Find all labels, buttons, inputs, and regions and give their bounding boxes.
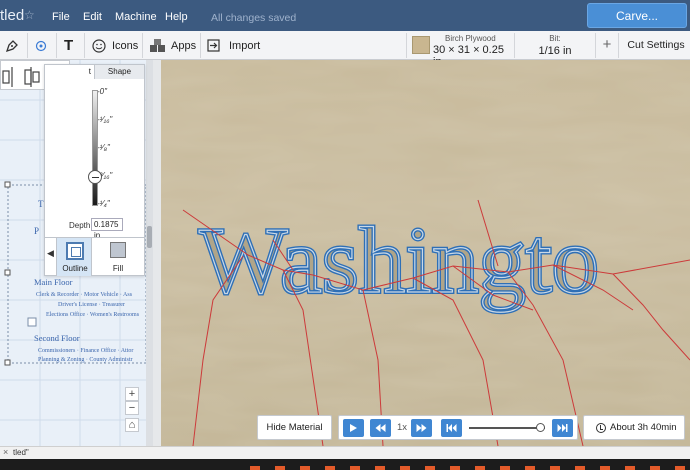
tab-cut[interactable]: t xyxy=(45,65,94,79)
apps-label: Apps xyxy=(171,39,197,52)
clock-icon xyxy=(596,423,606,433)
preview-scrollbar[interactable] xyxy=(153,60,161,446)
import-label: Import xyxy=(229,39,261,52)
fill-button[interactable]: Fill xyxy=(93,238,143,276)
menu-edit[interactable]: Edit xyxy=(83,11,102,23)
design-line: Commissioners · Finance Office · Attor xyxy=(38,348,134,354)
depth-slider[interactable] xyxy=(92,90,98,206)
cut-settings-button[interactable]: Cut Settings xyxy=(622,31,690,60)
depth-tick: -¹⁄₁₆" xyxy=(97,115,113,124)
save-status: All changes saved xyxy=(211,12,297,24)
play-icon xyxy=(350,424,357,432)
taskbar-stripes xyxy=(250,466,685,470)
skip-back-icon xyxy=(446,424,457,432)
import-icon xyxy=(207,39,220,52)
depth-slider-handle[interactable] xyxy=(88,170,102,184)
depth-tick: -0" xyxy=(97,87,107,96)
time-estimate: About 3h 40min xyxy=(610,422,677,433)
material-name: Birch Plywood xyxy=(445,34,496,43)
skip-to-end-button[interactable] xyxy=(552,419,573,437)
playback-slider-handle[interactable] xyxy=(535,423,545,432)
depth-label: Depth xyxy=(69,221,91,230)
bit-selector[interactable]: Bit: 1/16 in xyxy=(515,31,595,60)
smiley-icon xyxy=(92,38,106,53)
preview-scene: Washingto Washingto xyxy=(153,60,690,446)
design-line: Elections Office · Women's Restrooms xyxy=(46,312,140,318)
material-swatch xyxy=(412,36,430,54)
play-button[interactable] xyxy=(343,419,364,437)
playback-controls: 1x xyxy=(338,415,578,440)
fill-label: Fill xyxy=(112,264,124,273)
playback-slider[interactable] xyxy=(469,427,545,429)
status-tab-title[interactable]: tled" xyxy=(13,448,29,457)
tab-shape[interactable]: Shape xyxy=(94,65,144,79)
design-line: Driver's License · Treasurer xyxy=(58,302,125,308)
carved-text-inner: Washingto xyxy=(199,209,599,313)
menu-help[interactable]: Help xyxy=(165,11,188,23)
import-button[interactable]: Import xyxy=(207,31,260,60)
cut-type-row: ◀ Outline Fill xyxy=(45,237,144,276)
taskbar xyxy=(0,459,690,470)
menu-file[interactable]: File xyxy=(52,11,70,23)
icons-button[interactable]: Icons xyxy=(92,31,138,60)
carve-button[interactable]: Carve... xyxy=(587,3,687,28)
apps-button[interactable]: Apps xyxy=(149,31,196,60)
carve-preview[interactable]: Washingto Washingto xyxy=(153,60,690,446)
depth-tick: -¹⁄₈" xyxy=(97,143,110,152)
design-line: Planning & Zoning · County Administr xyxy=(38,357,133,363)
zoom-out-button[interactable]: − xyxy=(125,401,139,415)
outline-label: Outline xyxy=(62,264,88,273)
design-fragment: T xyxy=(38,199,44,209)
fill-icon xyxy=(110,242,126,258)
caret-left-icon[interactable]: ◀ xyxy=(47,248,54,259)
boxes-icon xyxy=(150,38,165,52)
zoom-in-button[interactable]: + xyxy=(125,387,139,401)
depth-input[interactable]: 0.1875 in xyxy=(91,218,123,240)
point-tool-button[interactable] xyxy=(35,31,47,60)
close-icon[interactable]: × xyxy=(3,447,8,457)
speed-label: 1x xyxy=(397,422,408,433)
text-icon: T xyxy=(64,37,74,54)
panel-tabs: t Shape xyxy=(45,65,144,79)
outline-button[interactable]: Outline xyxy=(56,238,92,276)
pen-tool-button[interactable] xyxy=(5,31,19,60)
depth-tick: -¹⁄₄" xyxy=(97,199,110,208)
skip-to-start-button[interactable] xyxy=(441,419,462,437)
menu-machine[interactable]: Machine xyxy=(115,11,157,23)
design-heading-main-floor: Main Floor xyxy=(34,277,73,287)
skip-forward-icon xyxy=(557,424,568,432)
bit-value: 1/16 in xyxy=(538,45,572,57)
pen-icon xyxy=(5,39,18,52)
home-view-button[interactable]: ⌂ xyxy=(125,418,139,432)
design-scrollbar-thumb[interactable] xyxy=(147,226,152,248)
text-tool-button[interactable]: T xyxy=(64,31,73,60)
fast-forward-icon xyxy=(416,424,427,432)
status-strip: × tled" xyxy=(0,446,690,459)
depth-panel: t Shape -0" -¹⁄₁₆" -¹⁄₈" -³⁄₁₆" -¹⁄₄" De… xyxy=(44,64,145,276)
add-bit-button[interactable]: + xyxy=(596,31,618,60)
menu-bar: tled ☆ File Edit Machine Help All change… xyxy=(0,0,690,31)
time-estimate-button[interactable]: About 3h 40min xyxy=(583,415,685,440)
project-title[interactable]: tled xyxy=(0,7,24,24)
icons-label: Icons xyxy=(112,39,139,52)
bit-label: Bit: xyxy=(549,34,561,43)
rewind-button[interactable] xyxy=(370,419,391,437)
rewind-icon xyxy=(375,424,386,432)
design-line: Clerk & Recorder · Motor Vehicle · Ass xyxy=(36,292,133,298)
design-heading-second-floor: Second Floor xyxy=(34,333,80,343)
design-scrollbar[interactable] xyxy=(146,60,153,446)
fast-forward-button[interactable] xyxy=(411,419,432,437)
material-selector[interactable]: Birch Plywood 30 × 31 × 0.25 in xyxy=(407,31,514,68)
target-icon xyxy=(35,40,47,51)
hide-material-button[interactable]: Hide Material xyxy=(257,415,332,440)
design-fragment: P xyxy=(34,226,40,236)
outline-icon xyxy=(66,242,84,260)
star-icon[interactable]: ☆ xyxy=(24,8,35,22)
